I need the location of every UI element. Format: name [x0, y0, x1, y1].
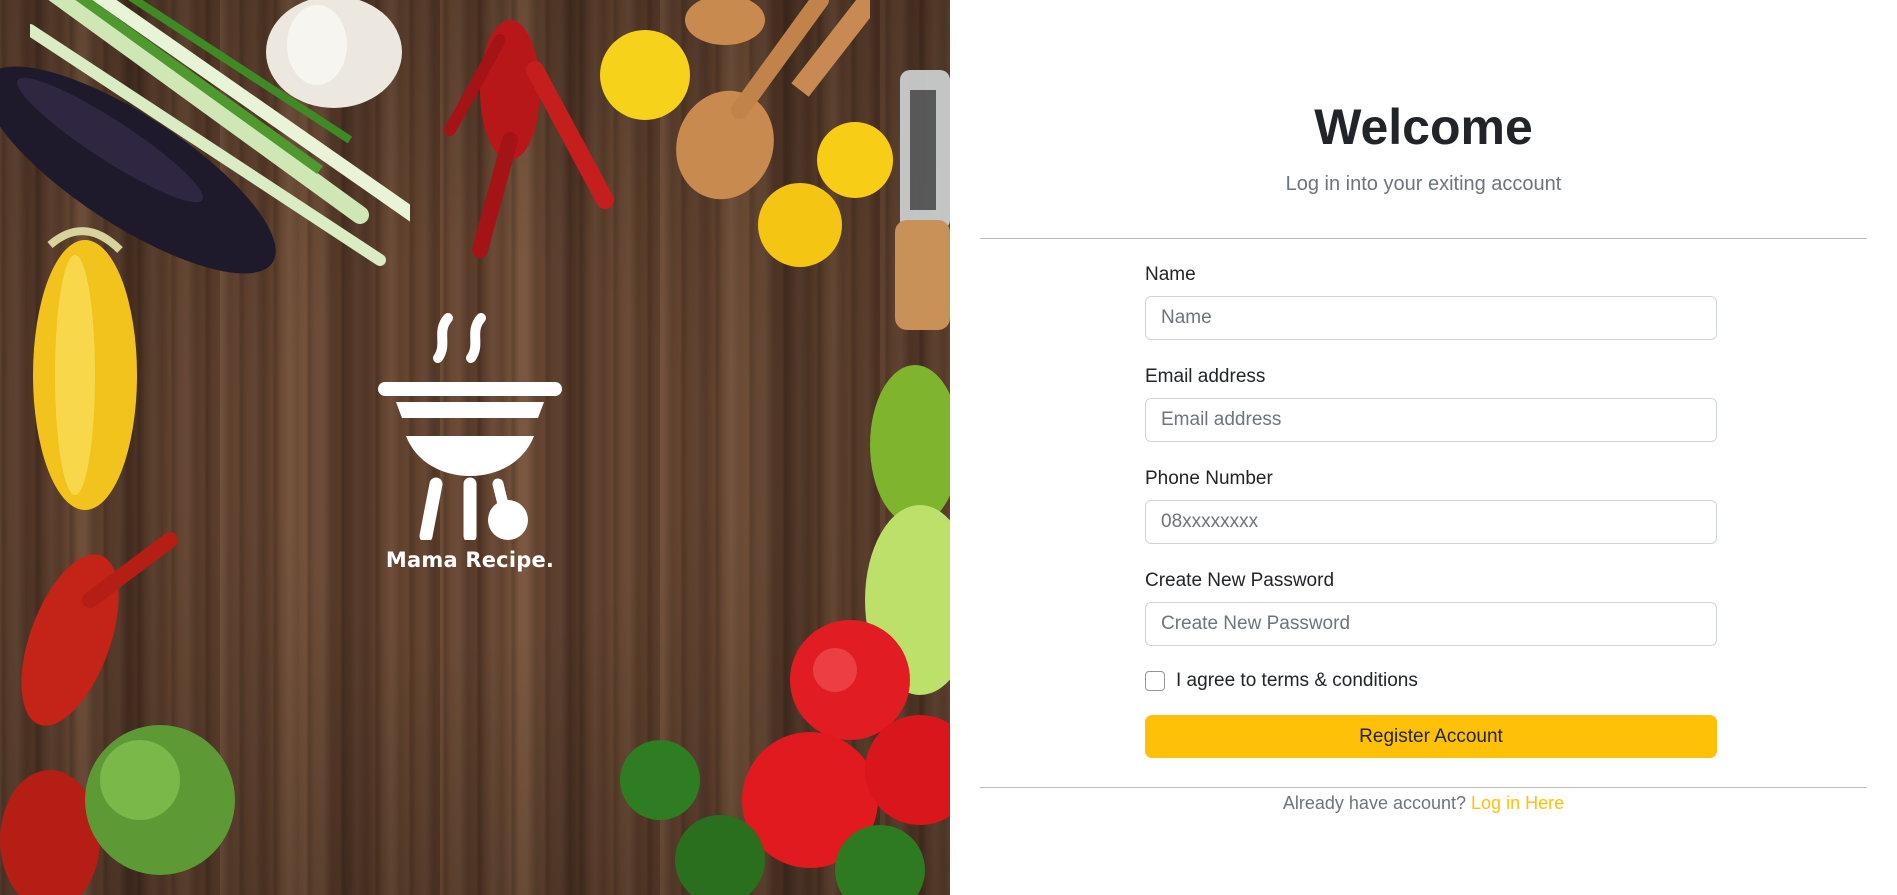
login-link[interactable]: Log in Here: [1471, 793, 1564, 813]
email-label: Email address: [1145, 366, 1266, 387]
corn-illustration: [33, 227, 137, 510]
terms-row: I agree to terms & conditions: [1145, 666, 1717, 696]
brand-name: Mama Recipe.: [385, 548, 555, 572]
divider-top: [980, 238, 1867, 239]
login-prompt: Already have account? Log in Here: [950, 791, 1897, 815]
garlic-illustration: [266, 0, 402, 108]
pepper-grinder-illustration: [895, 70, 950, 330]
phone-field-group: Phone Number: [1145, 466, 1717, 544]
name-input[interactable]: [1145, 296, 1717, 340]
hero-image: Mama Recipe.: [0, 0, 950, 895]
brand-logo: Mama Recipe.: [375, 310, 565, 572]
phone-input[interactable]: [1145, 500, 1717, 544]
register-form: Name Email address Phone Number Create N…: [1145, 262, 1717, 758]
divider-bottom: [980, 787, 1867, 788]
email-field-group: Email address: [1145, 364, 1717, 442]
page-title: Welcome: [1314, 99, 1533, 155]
crayfish-illustration: [444, 20, 614, 258]
email-input[interactable]: [1145, 398, 1717, 442]
page-subtitle: Log in into your exiting account: [1285, 173, 1562, 195]
name-field-group: Name: [1145, 262, 1717, 340]
register-button[interactable]: Register Account: [1145, 715, 1717, 758]
parsley-illustration: [620, 740, 925, 895]
register-panel: Welcome Log in into your exiting account…: [950, 0, 1897, 895]
password-input[interactable]: [1145, 602, 1717, 646]
phone-label: Phone Number: [1145, 468, 1273, 489]
terms-checkbox[interactable]: [1145, 671, 1165, 691]
password-label: Create New Password: [1145, 570, 1335, 591]
grill-icon: [378, 313, 562, 540]
password-field-group: Create New Password: [1145, 568, 1717, 646]
lettuce-illustration: [85, 725, 235, 875]
login-prompt-text: Already have account?: [1282, 793, 1467, 813]
wooden-spoon-illustration: [676, 0, 870, 200]
terms-label[interactable]: I agree to terms & conditions: [1176, 670, 1418, 692]
name-label: Name: [1145, 264, 1196, 285]
